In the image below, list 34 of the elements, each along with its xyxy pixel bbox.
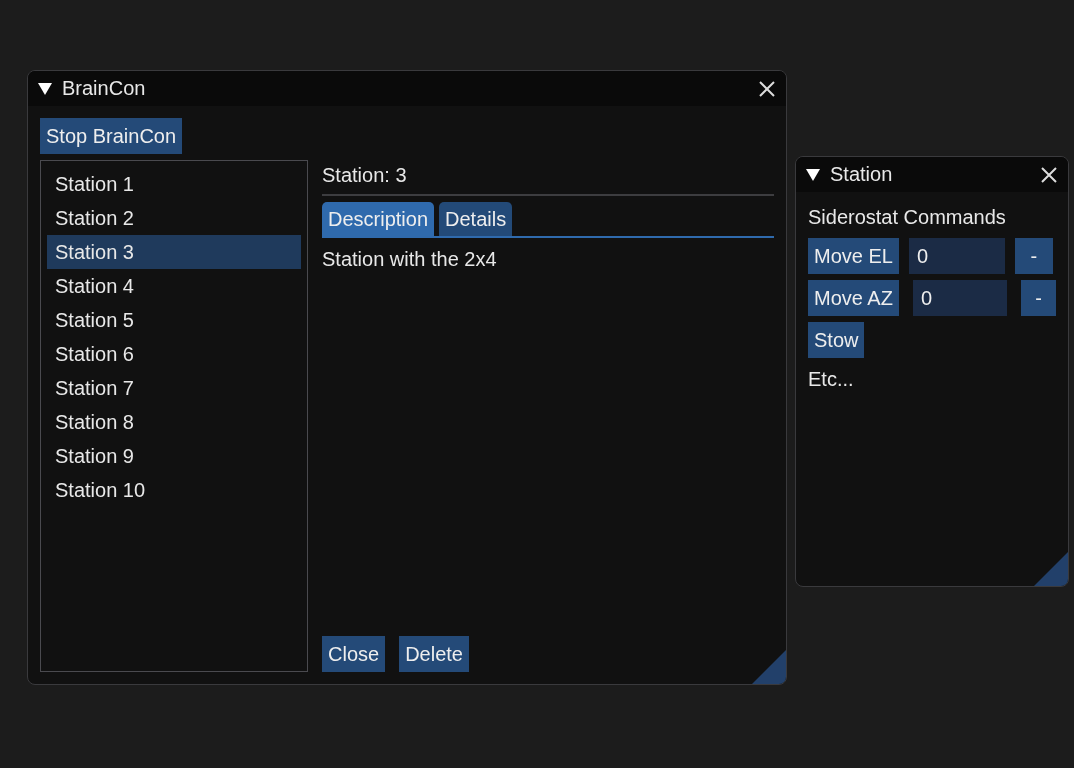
station-heading: Station: 3	[322, 163, 408, 188]
window-title: Station	[830, 163, 894, 186]
stop-button[interactable]: Stop BrainCon	[40, 118, 183, 154]
resize-grip-icon[interactable]	[1034, 552, 1068, 586]
tab[interactable]: Description	[322, 202, 435, 236]
station-list-item[interactable]: Station 1	[47, 167, 301, 201]
station-list-item[interactable]: Station 8	[47, 405, 301, 439]
station-list-item[interactable]: Station 2	[47, 201, 301, 235]
close-icon[interactable]	[758, 79, 776, 98]
station-list-item[interactable]: Station 9	[47, 439, 301, 473]
station-list-item[interactable]: Station 3	[47, 235, 301, 269]
step-button[interactable]: -	[1014, 238, 1053, 274]
station-list-item[interactable]: Station 7	[47, 371, 301, 405]
close-icon[interactable]	[1040, 165, 1058, 184]
action-button[interactable]: Delete	[399, 636, 469, 672]
step-button[interactable]: -	[1020, 280, 1056, 316]
footer-text: Etc...	[808, 367, 855, 392]
resize-grip-icon[interactable]	[752, 650, 786, 684]
collapse-icon[interactable]	[806, 168, 820, 181]
station-list-item[interactable]: Station 10	[47, 473, 301, 507]
stow-button[interactable]: Stow	[808, 322, 865, 358]
section-heading: Siderostat Commands	[808, 205, 1007, 230]
move-button[interactable]: Move AZ	[808, 280, 899, 316]
window-title: BrainCon	[62, 77, 147, 100]
input-field[interactable]: 0	[908, 238, 1005, 274]
input-field[interactable]: 0	[912, 280, 1007, 316]
move-button[interactable]: Move EL	[808, 238, 899, 274]
station-list-item[interactable]: Station 6	[47, 337, 301, 371]
description-text: Station with the 2x4	[322, 247, 498, 272]
collapse-icon[interactable]	[38, 82, 52, 95]
action-button[interactable]: Close	[322, 636, 386, 672]
station-list-item[interactable]: Station 4	[47, 269, 301, 303]
station-list-item[interactable]: Station 5	[47, 303, 301, 337]
tab[interactable]: Details	[439, 202, 513, 236]
